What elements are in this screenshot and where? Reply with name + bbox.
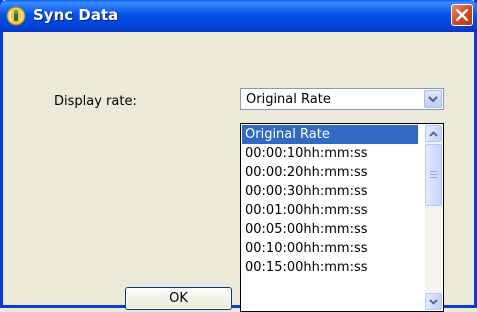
display-rate-select[interactable]: Original Rate [240, 88, 444, 110]
antenna-icon [6, 6, 26, 26]
option-00-15-00[interactable]: 00:15:00hh:mm:ss [242, 258, 418, 277]
option-00-10-00[interactable]: 00:10:00hh:mm:ss [242, 239, 418, 258]
option-00-01-00[interactable]: 00:01:00hh:mm:ss [242, 201, 418, 220]
scroll-thumb[interactable] [425, 144, 442, 206]
window-title: Sync Data [33, 6, 119, 24]
vertical-scrollbar[interactable] [425, 125, 442, 310]
scroll-grip-line [430, 177, 437, 178]
sync-data-dialog: Sync Data Display rate: Original Rate Or… [0, 0, 477, 312]
title-bar[interactable]: Sync Data [0, 0, 477, 32]
chevron-down-icon [428, 96, 438, 103]
chevron-down-icon [429, 299, 438, 305]
scroll-grip-line [430, 174, 437, 175]
option-00-00-10[interactable]: 00:00:10hh:mm:ss [242, 144, 418, 163]
close-icon [456, 9, 468, 21]
dialog-body: Display rate: Original Rate Original Rat… [3, 32, 474, 312]
chevron-up-icon [429, 131, 438, 137]
options-container: Original Rate 00:00:10hh:mm:ss 00:00:20h… [242, 125, 418, 277]
scroll-grip-line [430, 171, 437, 172]
display-rate-label: Display rate: [54, 94, 137, 109]
option-00-00-30[interactable]: 00:00:30hh:mm:ss [242, 182, 418, 201]
option-00-05-00[interactable]: 00:05:00hh:mm:ss [242, 220, 418, 239]
display-rate-value: Original Rate [246, 92, 331, 107]
ok-button[interactable]: OK [125, 287, 232, 310]
display-rate-options-list[interactable]: Original Rate 00:00:10hh:mm:ss 00:00:20h… [240, 123, 444, 312]
close-button[interactable] [451, 4, 473, 26]
option-original-rate[interactable]: Original Rate [242, 125, 418, 144]
option-00-00-20[interactable]: 00:00:20hh:mm:ss [242, 163, 418, 182]
scroll-up-button[interactable] [425, 125, 442, 142]
scroll-down-button[interactable] [425, 293, 442, 310]
dropdown-button[interactable] [424, 90, 442, 108]
